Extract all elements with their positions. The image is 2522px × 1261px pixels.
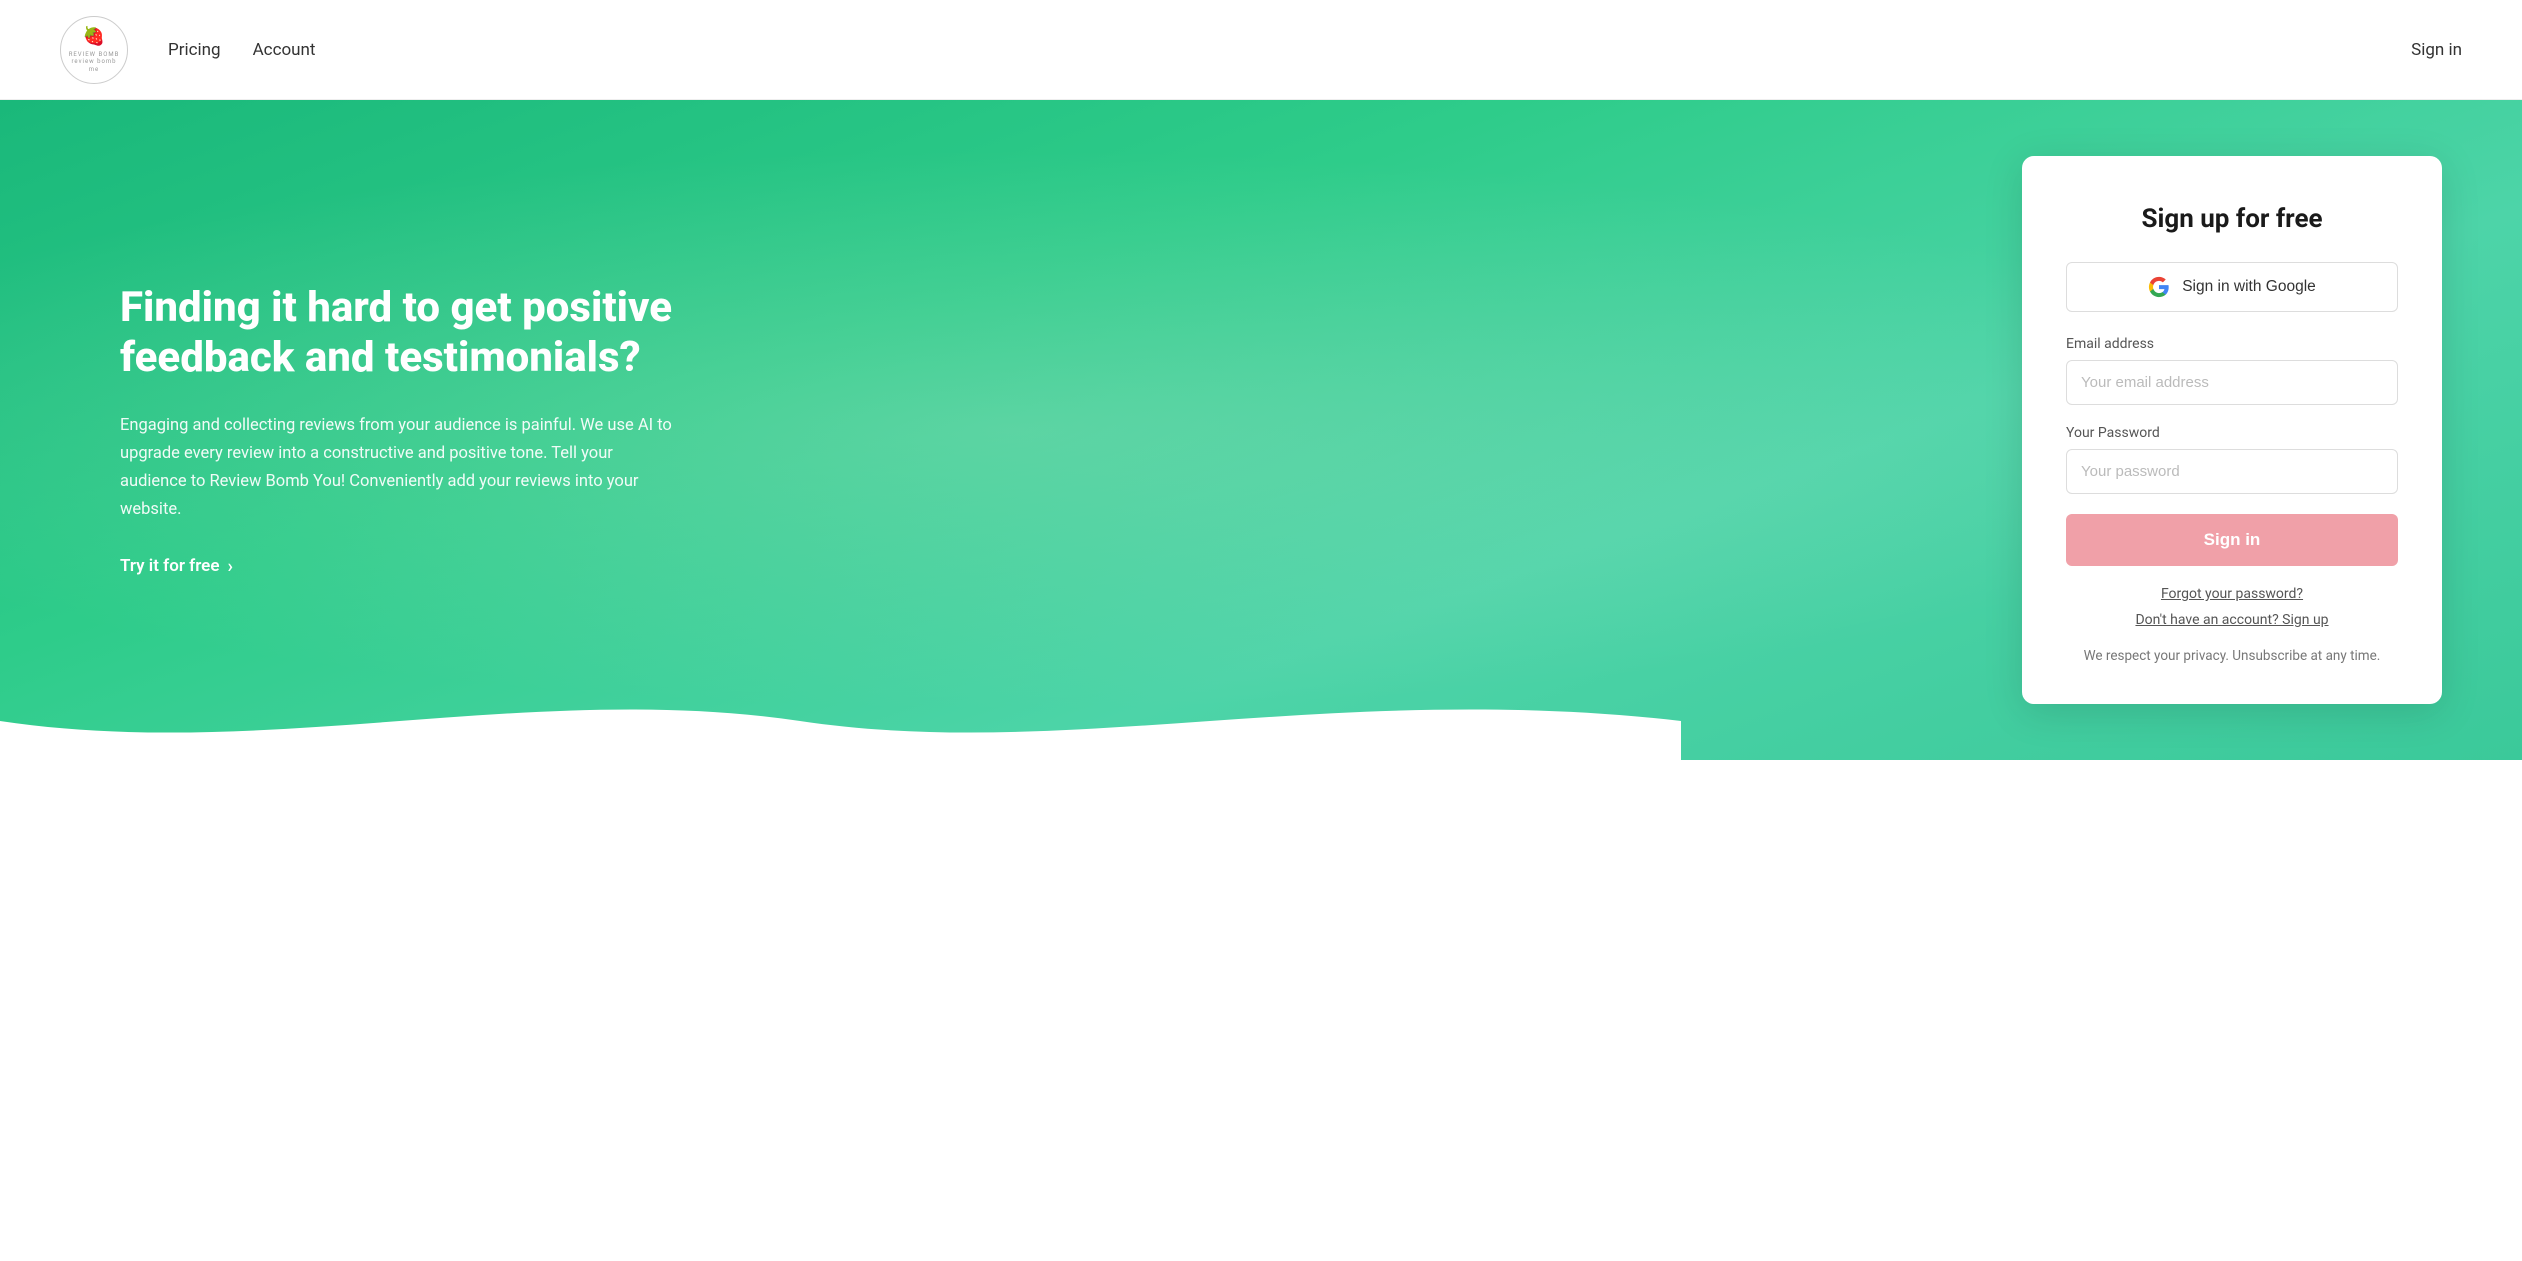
navbar-signin[interactable]: Sign in (2411, 40, 2462, 60)
email-input[interactable] (2066, 360, 2398, 405)
privacy-text: We respect your privacy. Unsubscribe at … (2066, 648, 2398, 664)
logo[interactable]: 🍓 REVIEW BOMB review bomb me (60, 16, 128, 84)
nav-account[interactable]: Account (253, 40, 316, 60)
hero-description: Engaging and collecting reviews from you… (120, 412, 680, 524)
password-input[interactable] (2066, 449, 2398, 494)
signin-button[interactable]: Sign in (2066, 514, 2398, 566)
hero-cta-label: Try it for free (120, 556, 219, 576)
google-signin-label: Sign in with Google (2182, 278, 2316, 296)
forgot-password-link[interactable]: Forgot your password? (2161, 586, 2303, 602)
hero-cta-arrow: › (227, 556, 232, 577)
signup-card: Sign up for free Sign in with Google Ema… (2022, 156, 2442, 704)
logo-circle: 🍓 REVIEW BOMB review bomb me (60, 16, 128, 84)
signup-title: Sign up for free (2066, 204, 2398, 234)
hero-title: Finding it hard to get positive feedback… (120, 283, 700, 384)
logo-text-bottom: review bomb me (65, 58, 123, 74)
form-links: Forgot your password? Don't have an acco… (2066, 586, 2398, 628)
hero-content: Finding it hard to get positive feedback… (0, 203, 780, 657)
no-account-link[interactable]: Don't have an account? Sign up (2135, 612, 2328, 628)
hero-section: Finding it hard to get positive feedback… (0, 100, 2522, 760)
password-label: Your Password (2066, 425, 2398, 441)
hero-wave (0, 681, 1681, 760)
navbar: 🍓 REVIEW BOMB review bomb me Pricing Acc… (0, 0, 2522, 100)
email-label: Email address (2066, 336, 2398, 352)
google-logo-icon (2148, 276, 2170, 298)
google-signin-button[interactable]: Sign in with Google (2066, 262, 2398, 312)
navbar-links: Pricing Account (168, 40, 2411, 60)
logo-text-top: REVIEW BOMB (69, 51, 120, 59)
logo-icon: 🍓 (83, 25, 105, 48)
hero-cta-button[interactable]: Try it for free › (120, 556, 233, 577)
nav-pricing[interactable]: Pricing (168, 40, 221, 60)
